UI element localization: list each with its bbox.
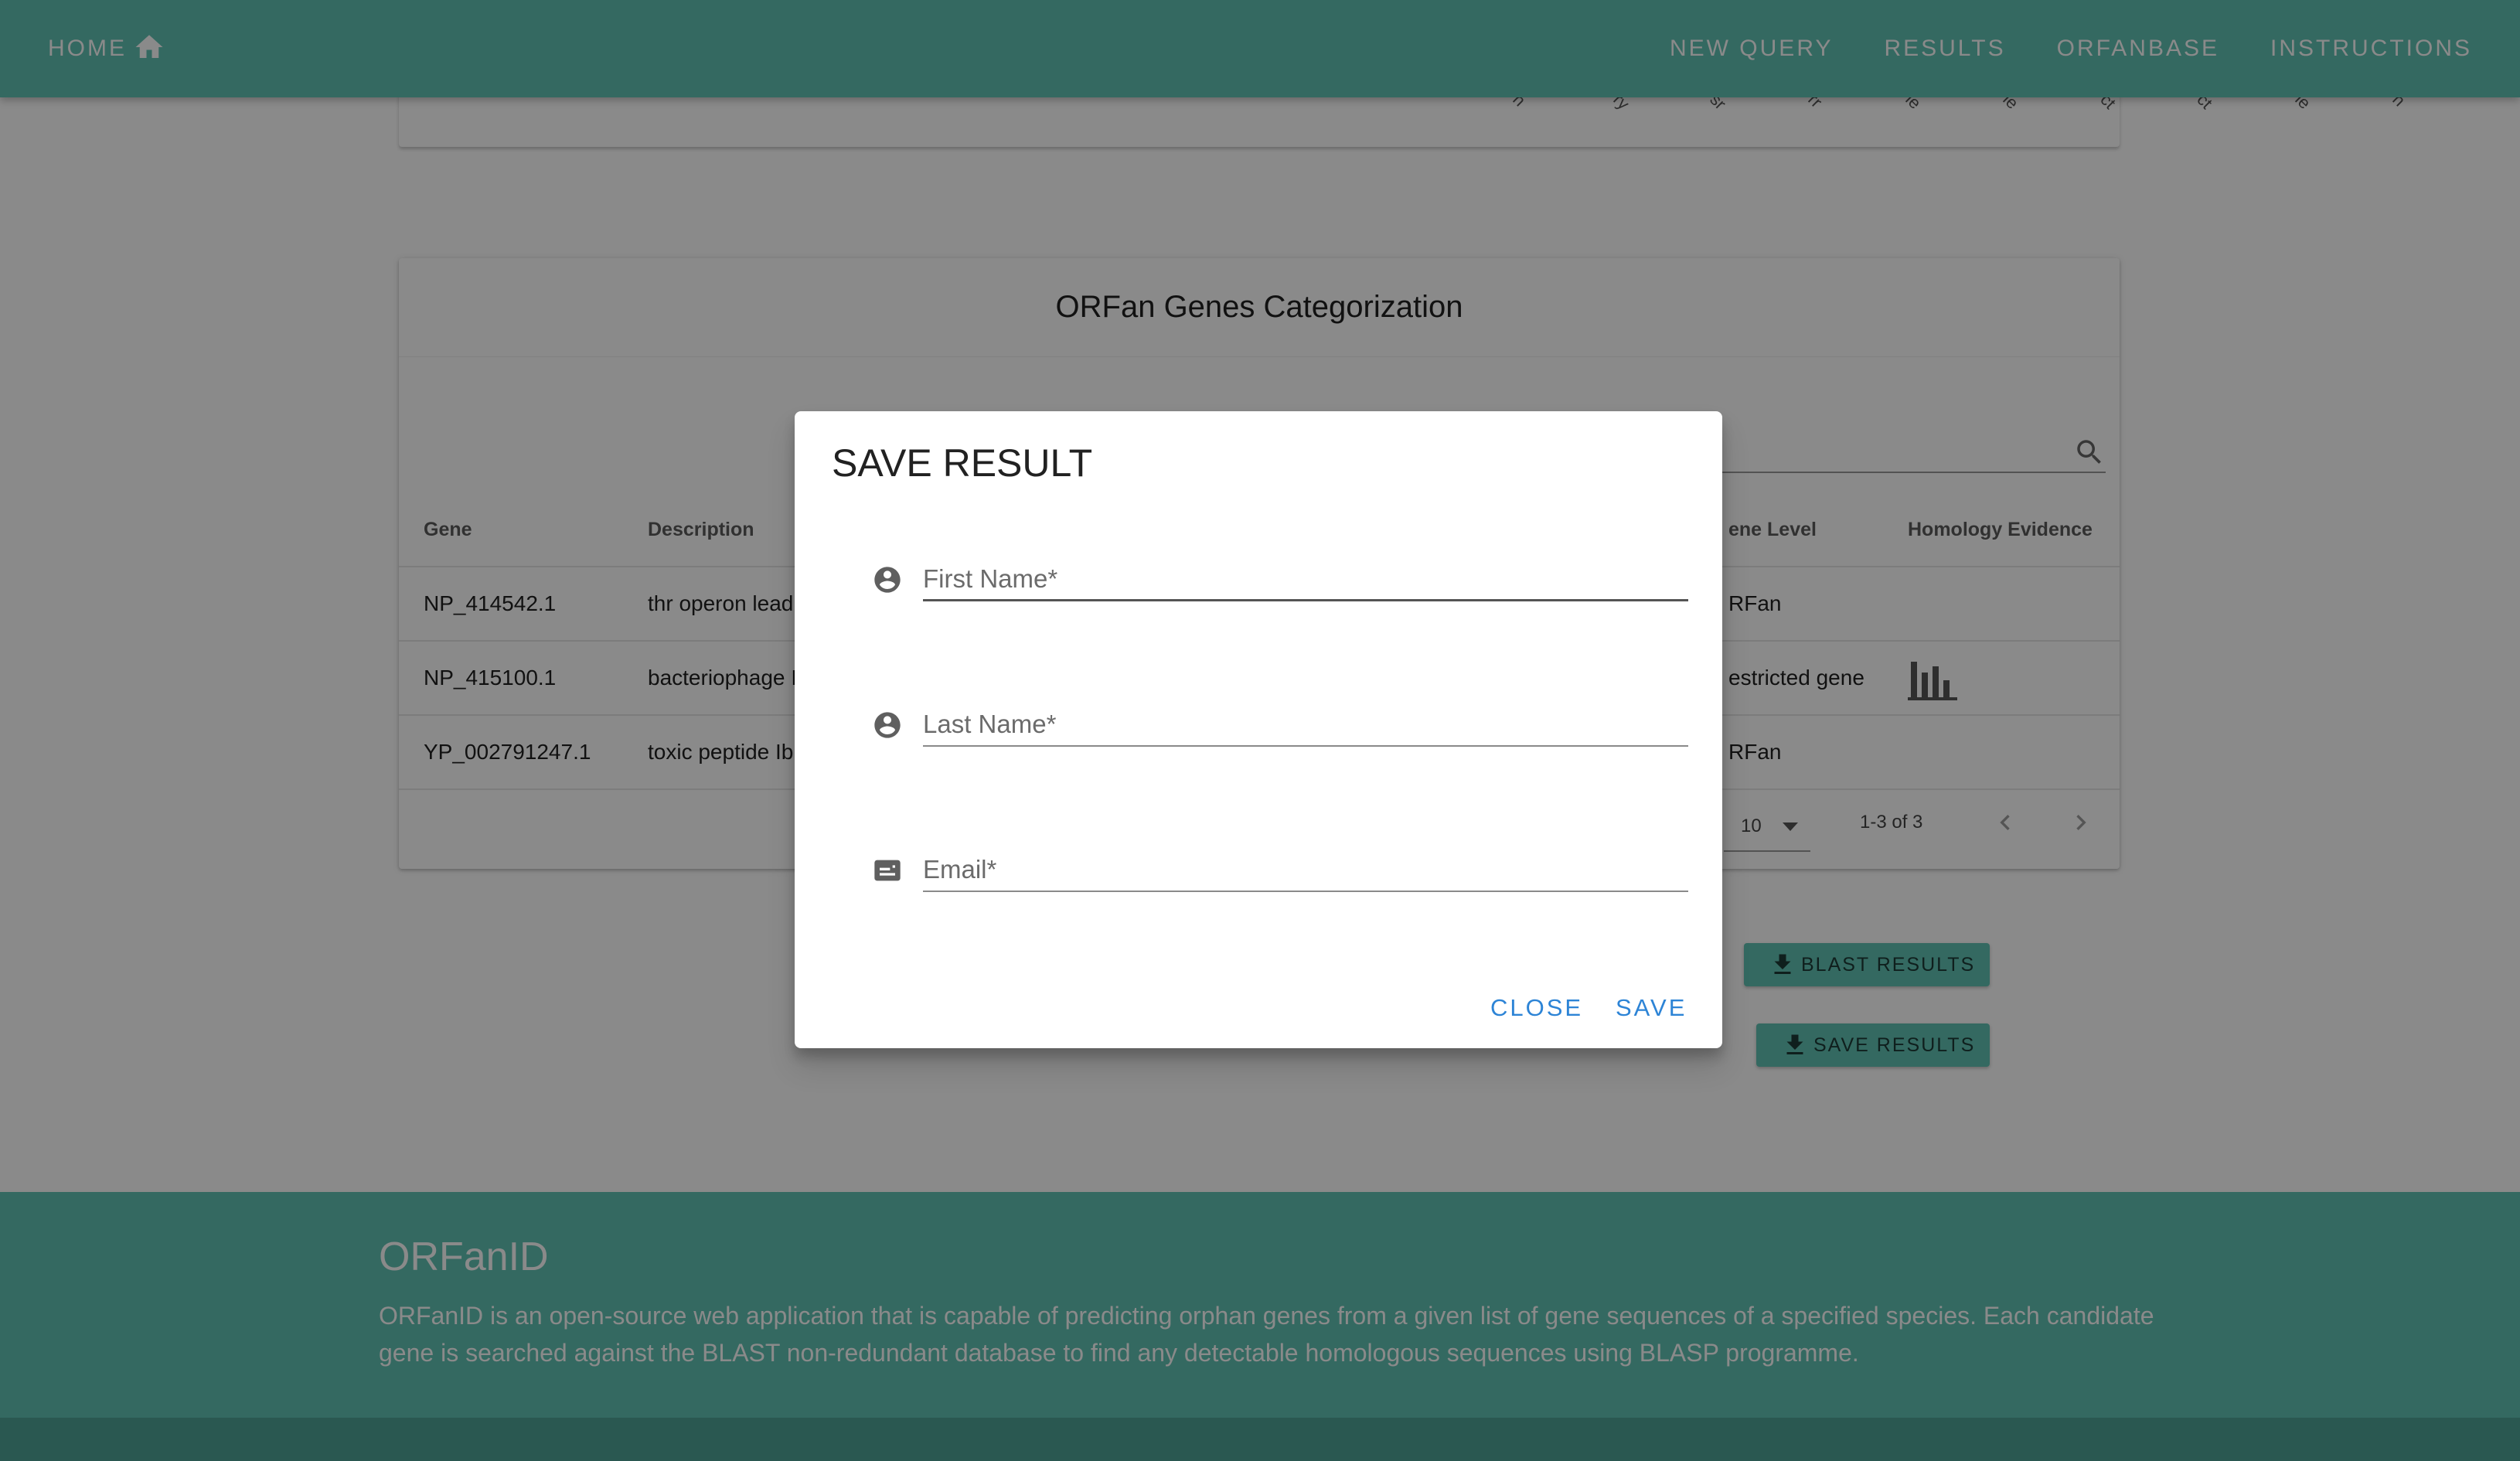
save-button[interactable]: SAVE bbox=[1616, 994, 1687, 1022]
account-circle-icon bbox=[874, 567, 901, 593]
email-input[interactable] bbox=[923, 832, 1688, 892]
last-name-field bbox=[850, 686, 1688, 747]
first-name-field bbox=[850, 541, 1688, 601]
first-name-input[interactable] bbox=[923, 541, 1688, 601]
dialog-title: SAVE RESULT bbox=[832, 441, 1093, 485]
email-field bbox=[850, 832, 1688, 892]
email-card-icon bbox=[874, 860, 901, 881]
close-button[interactable]: CLOSE bbox=[1490, 994, 1583, 1022]
save-result-dialog: SAVE RESULT CLOSE SAVE bbox=[795, 411, 1722, 1048]
account-circle-icon bbox=[874, 712, 901, 738]
last-name-input[interactable] bbox=[923, 686, 1688, 747]
